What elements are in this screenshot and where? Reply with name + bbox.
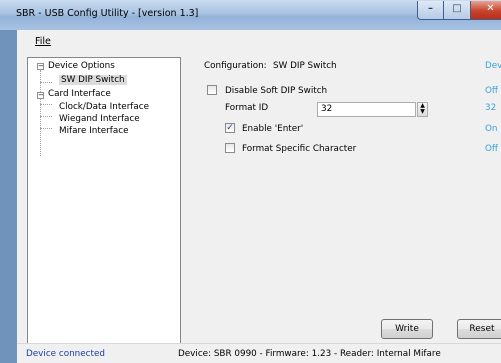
window-title: SBR - USB Config Utility - [version 1.3] — [16, 8, 199, 19]
device-value-heading: Device Value — [485, 61, 501, 71]
format-specific-char-device-value: Off — [485, 144, 498, 154]
tree-item-sw-dip-switch[interactable]: SW DIP Switch — [59, 75, 127, 85]
write-button[interactable]: Write — [381, 319, 433, 339]
enable-enter-label: Enable 'Enter' — [242, 124, 304, 134]
disable-soft-dip-label: Disable Soft DIP Switch — [225, 86, 328, 96]
tree-item-wiegand-interface[interactable]: Wiegand Interface — [59, 114, 140, 124]
configuration-name: SW DIP Switch — [273, 61, 337, 71]
title-bar[interactable]: SBR - USB Config Utility - [version 1.3]… — [0, 0, 501, 30]
tree-item-device-options[interactable]: Device Options — [48, 61, 115, 71]
close-icon: ✕ — [486, 3, 495, 14]
collapse-icon[interactable]: − — [37, 92, 44, 99]
format-id-spinner[interactable]: ▲ ▼ — [417, 102, 428, 117]
maximize-icon: □ — [452, 3, 462, 14]
connection-status: Device connected — [26, 349, 105, 359]
app-window: SBR - USB Config Utility - [version 1.3]… — [0, 0, 501, 363]
configuration-label: Configuration: — [204, 61, 267, 71]
close-button[interactable]: ✕ — [471, 1, 501, 20]
disable-soft-dip-device-value: Off — [485, 86, 498, 96]
settings-tree[interactable]: − Device Options SW DIP Switch − Card In… — [27, 57, 181, 347]
menu-file[interactable]: File — [35, 36, 51, 47]
menu-bar: File — [17, 30, 501, 50]
format-id-input[interactable]: 32 — [317, 102, 416, 117]
spin-down-icon[interactable]: ▼ — [418, 109, 427, 115]
minimize-button[interactable]: – — [417, 1, 444, 20]
tree-connector — [40, 104, 52, 105]
tree-connector — [40, 70, 41, 82]
tree-item-card-interface[interactable]: Card Interface — [48, 89, 111, 99]
device-info: Device: SBR 0990 - Firmware: 1.23 - Read… — [178, 349, 441, 359]
tree-connector — [40, 98, 41, 156]
minimize-icon: – — [428, 3, 433, 14]
enable-enter-device-value: On — [485, 124, 498, 134]
format-specific-char-checkbox[interactable] — [225, 143, 235, 153]
enable-enter-checkbox[interactable]: ✓ — [225, 123, 235, 133]
tree-item-clock-data-interface[interactable]: Clock/Data Interface — [59, 102, 149, 112]
tree-connector — [40, 116, 52, 117]
maximize-button[interactable]: □ — [444, 1, 471, 20]
tree-connector — [40, 128, 52, 129]
reset-button[interactable]: Reset — [457, 319, 501, 339]
configuration-panel: Configuration: SW DIP Switch Device Valu… — [201, 57, 501, 327]
status-bar: Device connected Device: SBR 0990 - Firm… — [17, 343, 501, 363]
client-area: File − Device Options SW DIP Switch − Ca… — [17, 30, 501, 363]
format-specific-char-label: Format Specific Character — [242, 144, 357, 154]
format-id-label: Format ID — [225, 103, 269, 113]
collapse-icon[interactable]: − — [37, 63, 44, 70]
tree-connector — [40, 82, 52, 83]
tree-item-mifare-interface[interactable]: Mifare Interface — [59, 126, 129, 136]
disable-soft-dip-checkbox[interactable] — [207, 85, 217, 95]
format-id-device-value: 32 — [485, 103, 497, 113]
